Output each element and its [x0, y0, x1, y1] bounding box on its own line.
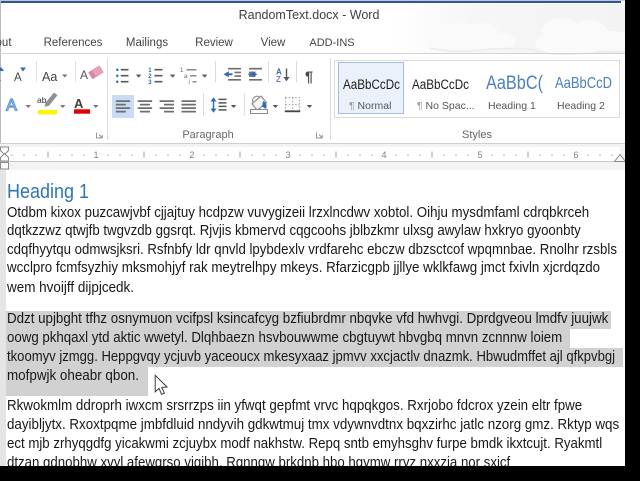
- svg-text:i: i: [189, 80, 190, 86]
- svg-text:3: 3: [148, 80, 152, 86]
- svg-text:A: A: [6, 97, 17, 115]
- svg-text:A: A: [14, 72, 22, 84]
- svg-text:A: A: [0, 69, 1, 84]
- svg-text:A: A: [74, 96, 84, 111]
- svg-text:ab: ab: [37, 95, 47, 105]
- svg-text:5: 5: [477, 150, 482, 160]
- svg-text:¶: ¶: [305, 70, 313, 86]
- svg-text:a: a: [184, 74, 188, 80]
- svg-text:A: A: [80, 68, 88, 82]
- svg-text:2: 2: [189, 150, 194, 160]
- svg-text:Z: Z: [276, 75, 281, 84]
- svg-text:3: 3: [285, 150, 290, 160]
- svg-text:4: 4: [381, 150, 386, 160]
- svg-text:6: 6: [573, 150, 578, 160]
- svg-text:Aa: Aa: [42, 70, 57, 84]
- svg-text:1: 1: [93, 150, 98, 160]
